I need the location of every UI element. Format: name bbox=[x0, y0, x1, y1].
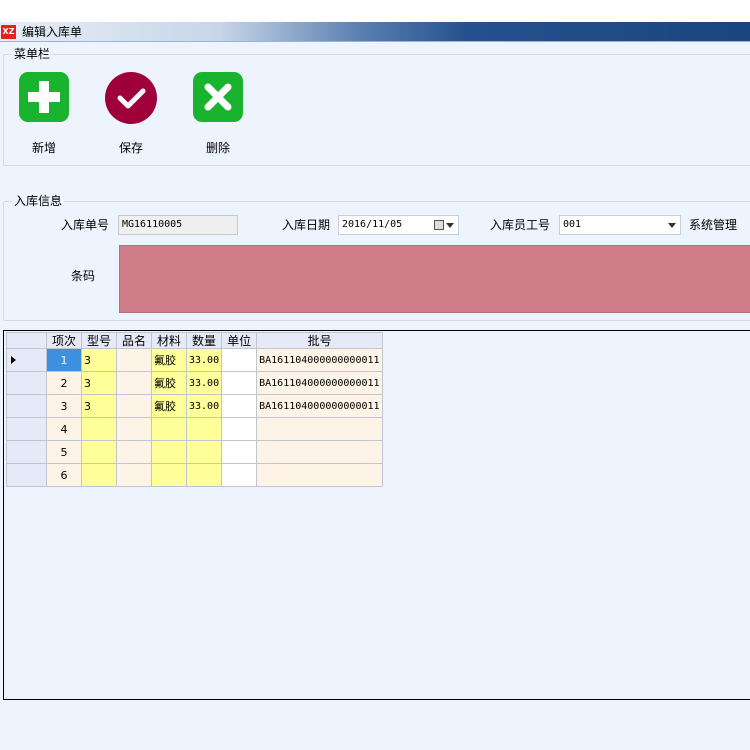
add-button-label: 新增 bbox=[31, 141, 56, 155]
cell-model[interactable] bbox=[81, 417, 117, 441]
cell-name[interactable] bbox=[116, 417, 152, 441]
cell-batch[interactable] bbox=[256, 440, 384, 464]
cell-name[interactable] bbox=[116, 440, 152, 464]
cell-model[interactable]: 3 bbox=[81, 371, 117, 395]
cell-material[interactable] bbox=[151, 417, 187, 441]
table-row[interactable]: 1 3 氟胶 33.00 BA161104000000000011 bbox=[6, 348, 384, 372]
row-selector[interactable] bbox=[6, 348, 47, 372]
barcode-label: 条码 bbox=[71, 269, 96, 283]
menu-group: 菜单栏 新增 保存 删除 bbox=[3, 46, 750, 166]
cell-unit[interactable] bbox=[221, 417, 258, 441]
cell-seq[interactable]: 4 bbox=[46, 417, 82, 441]
cell-model[interactable] bbox=[81, 440, 117, 464]
info-group-label: 入库信息 bbox=[12, 193, 65, 209]
cell-model[interactable] bbox=[81, 463, 117, 487]
cell-material[interactable] bbox=[151, 463, 187, 487]
chevron-down-icon bbox=[668, 223, 676, 228]
items-table: 项次 型号 品名 材料 数量 单位 批号 1 3 氟胶 33.00 BA1611… bbox=[6, 332, 384, 487]
window-title: 编辑入库单 bbox=[22, 25, 83, 39]
cell-unit[interactable] bbox=[221, 394, 258, 418]
cell-unit[interactable] bbox=[221, 440, 258, 464]
cell-qty[interactable]: 33.00 bbox=[185, 394, 223, 418]
employee-value: 001 bbox=[563, 219, 582, 230]
items-grid[interactable]: 项次 型号 品名 材料 数量 单位 批号 1 3 氟胶 33.00 BA1611… bbox=[3, 330, 750, 700]
table-row[interactable]: 6 bbox=[6, 463, 384, 487]
cell-seq[interactable]: 6 bbox=[46, 463, 82, 487]
current-row-arrow-icon bbox=[11, 355, 16, 364]
row-selector[interactable] bbox=[6, 371, 47, 395]
cell-batch[interactable] bbox=[256, 417, 384, 441]
checkmark-icon bbox=[105, 72, 157, 124]
cell-name[interactable] bbox=[116, 463, 152, 487]
cell-batch[interactable]: BA161104000000000011 bbox=[256, 394, 384, 418]
table-header-row: 项次 型号 品名 材料 数量 单位 批号 bbox=[6, 332, 384, 349]
table-row[interactable]: 5 bbox=[6, 440, 384, 464]
column-header-seq[interactable]: 项次 bbox=[46, 332, 82, 349]
calendar-icon bbox=[434, 220, 444, 230]
cell-name[interactable] bbox=[116, 371, 152, 395]
date-label: 入库日期 bbox=[282, 218, 331, 232]
cell-model[interactable]: 3 bbox=[81, 394, 117, 418]
cell-qty[interactable]: 33.00 bbox=[185, 348, 223, 372]
top-blank-strip bbox=[0, 0, 750, 22]
cell-model[interactable]: 3 bbox=[81, 348, 117, 372]
row-selector[interactable] bbox=[6, 394, 47, 418]
table-row[interactable]: 3 3 氟胶 33.00 BA161104000000000011 bbox=[6, 394, 384, 418]
cell-batch[interactable]: BA161104000000000011 bbox=[256, 371, 384, 395]
employee-name: 系统管理 bbox=[689, 218, 738, 232]
barcode-input[interactable] bbox=[119, 245, 750, 313]
chevron-down-icon bbox=[446, 223, 454, 228]
save-button-label: 保存 bbox=[118, 141, 143, 155]
plus-icon bbox=[19, 72, 69, 122]
menu-group-label: 菜单栏 bbox=[12, 46, 53, 62]
window-title-bar[interactable]: XZ 编辑入库单 bbox=[0, 22, 750, 42]
row-selector[interactable] bbox=[6, 463, 47, 487]
date-value: 2016/11/05 bbox=[342, 219, 403, 230]
delete-button[interactable]: 删除 bbox=[186, 71, 250, 156]
cell-material[interactable] bbox=[151, 440, 187, 464]
order-no-label: 入库单号 bbox=[61, 218, 110, 232]
add-button[interactable]: 新增 bbox=[12, 71, 76, 156]
column-header-model[interactable]: 型号 bbox=[81, 332, 117, 349]
column-header-name[interactable]: 品名 bbox=[116, 332, 152, 349]
cell-qty[interactable] bbox=[185, 417, 223, 441]
cell-seq[interactable]: 2 bbox=[46, 371, 82, 395]
column-header-unit[interactable]: 单位 bbox=[221, 332, 258, 349]
column-header-qty[interactable]: 数量 bbox=[185, 332, 223, 349]
table-row[interactable]: 2 3 氟胶 33.00 BA161104000000000011 bbox=[6, 371, 384, 395]
row-selector[interactable] bbox=[6, 440, 47, 464]
close-icon bbox=[193, 72, 243, 122]
cell-qty[interactable] bbox=[185, 463, 223, 487]
cell-qty[interactable]: 33.00 bbox=[185, 371, 223, 395]
employee-no-label: 入库员工号 bbox=[490, 218, 551, 232]
cell-material[interactable]: 氟胶 bbox=[151, 394, 187, 418]
column-header-material[interactable]: 材料 bbox=[151, 332, 187, 349]
save-button[interactable]: 保存 bbox=[99, 71, 163, 156]
cell-seq[interactable]: 1 bbox=[46, 348, 82, 372]
row-selector[interactable] bbox=[6, 417, 47, 441]
cell-batch[interactable] bbox=[256, 463, 384, 487]
order-no-field[interactable]: MG16110005 bbox=[118, 215, 238, 235]
cell-qty[interactable] bbox=[185, 440, 223, 464]
delete-button-label: 删除 bbox=[205, 141, 230, 155]
cell-unit[interactable] bbox=[221, 348, 258, 372]
cell-batch[interactable]: BA161104000000000011 bbox=[256, 348, 384, 372]
cell-material[interactable]: 氟胶 bbox=[151, 371, 187, 395]
cell-unit[interactable] bbox=[221, 463, 258, 487]
cell-seq[interactable]: 5 bbox=[46, 440, 82, 464]
cell-material[interactable]: 氟胶 bbox=[151, 348, 187, 372]
table-row[interactable]: 4 bbox=[6, 417, 384, 441]
column-header-batch[interactable]: 批号 bbox=[256, 332, 384, 349]
cell-name[interactable] bbox=[116, 394, 152, 418]
date-picker[interactable]: 2016/11/05 bbox=[338, 215, 459, 235]
cell-seq[interactable]: 3 bbox=[46, 394, 82, 418]
cell-name[interactable] bbox=[116, 348, 152, 372]
row-header-corner bbox=[6, 332, 47, 349]
employee-select[interactable]: 001 bbox=[559, 215, 681, 235]
cell-unit[interactable] bbox=[221, 371, 258, 395]
app-logo-icon: XZ bbox=[1, 25, 16, 39]
